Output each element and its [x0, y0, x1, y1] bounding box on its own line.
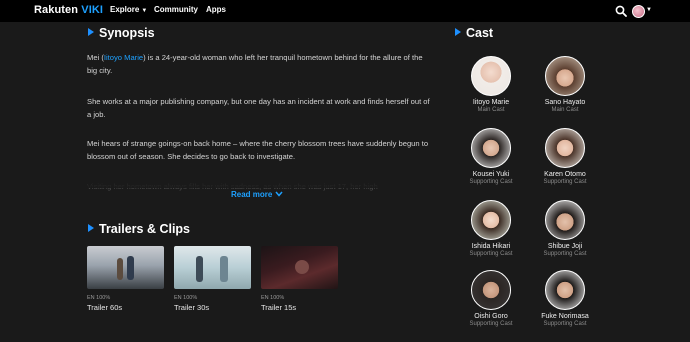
cast-member[interactable]: Kousei Yuki Supporting Cast	[451, 128, 531, 185]
cast-photo[interactable]	[471, 270, 511, 310]
synopsis-paragraph-2: She works at a major publishing company,…	[87, 97, 430, 120]
cast-photo[interactable]	[545, 128, 585, 168]
nav-community[interactable]: Community	[154, 5, 198, 14]
cast-role: Main Cast	[477, 107, 505, 113]
triangle-bullet-icon	[455, 28, 461, 36]
cast-role: Main Cast	[551, 107, 579, 113]
triangle-bullet-icon	[88, 28, 94, 36]
cast-name[interactable]: Shibue Joji	[525, 243, 605, 250]
cast-photo[interactable]	[471, 56, 511, 96]
cast-role: Supporting Cast	[469, 321, 513, 327]
top-nav: Rakuten VIKI Explore ▼ Community Apps ▼	[0, 0, 690, 22]
cast-member[interactable]: Sano Hayato Main Cast	[525, 56, 605, 113]
p1-pre: Mei (	[87, 53, 104, 62]
cast-role: Supporting Cast	[543, 179, 587, 185]
cast-role: Supporting Cast	[543, 251, 587, 257]
clip-subtitle-meta: EN 100%	[87, 295, 111, 301]
chevron-down-icon	[275, 191, 283, 197]
nav-apps-label: Apps	[206, 5, 226, 14]
cast-member[interactable]: Oishi Goro Supporting Cast	[451, 270, 531, 327]
cast-link-iitoyo-marie[interactable]: Iitoyo Marie	[104, 53, 143, 62]
clip-card[interactable]: EN 100% Trailer 60s	[87, 246, 164, 312]
synopsis-paragraph-1: Mei (Iitoyo Marie) is a 24-year-old woma…	[87, 51, 432, 77]
cast-photo[interactable]	[545, 270, 585, 310]
clip-title[interactable]: Trailer 30s	[174, 303, 251, 312]
synopsis-paragraph-3: Mei hears of strange goings-on back home…	[87, 139, 429, 162]
user-avatar-icon[interactable]	[632, 5, 645, 18]
cast-member[interactable]: Shibue Joji Supporting Cast	[525, 200, 605, 257]
nav-community-label: Community	[154, 5, 198, 14]
clip-title[interactable]: Trailer 15s	[261, 303, 338, 312]
nav-apps[interactable]: Apps	[206, 5, 226, 14]
viki-logo[interactable]: Rakuten VIKI	[34, 4, 103, 16]
cast-photo[interactable]	[471, 128, 511, 168]
clip-subtitle-meta: EN 100%	[174, 295, 198, 301]
cast-name[interactable]: Kousei Yuki	[451, 171, 531, 178]
cast-photo[interactable]	[545, 200, 585, 240]
chevron-down-icon[interactable]: ▼	[646, 7, 652, 13]
cast-photo[interactable]	[471, 200, 511, 240]
nav-explore[interactable]: Explore ▼	[110, 5, 147, 14]
trailers-heading: Trailers & Clips	[88, 222, 190, 236]
clip-thumbnail[interactable]	[174, 246, 251, 289]
cast-name[interactable]: Karen Otomo	[525, 171, 605, 178]
logo-rakuten-text: Rakuten	[34, 4, 79, 16]
read-more-label: Read more	[231, 190, 273, 199]
synopsis-heading: Synopsis	[88, 26, 155, 40]
clip-card[interactable]: EN 100% Trailer 30s	[174, 246, 251, 312]
cast-member[interactable]: Fuke Norimasa Supporting Cast	[525, 270, 605, 327]
cast-role: Supporting Cast	[543, 321, 587, 327]
cast-photo[interactable]	[545, 56, 585, 96]
clip-title[interactable]: Trailer 60s	[87, 303, 164, 312]
cast-member[interactable]: Ishida Hikari Supporting Cast	[451, 200, 531, 257]
clip-subtitle-meta: EN 100%	[261, 295, 285, 301]
triangle-bullet-icon	[88, 224, 94, 232]
cast-title: Cast	[466, 26, 494, 40]
cast-name[interactable]: Ishida Hikari	[451, 243, 531, 250]
clip-card[interactable]: EN 100% Trailer 15s	[261, 246, 338, 312]
cast-role: Supporting Cast	[469, 179, 513, 185]
cast-name[interactable]: Iitoyo Marie	[451, 99, 531, 106]
chevron-down-icon: ▼	[141, 8, 148, 14]
clip-thumbnail[interactable]	[87, 246, 164, 289]
cast-role: Supporting Cast	[469, 251, 513, 257]
cast-name[interactable]: Fuke Norimasa	[525, 313, 605, 320]
cast-member[interactable]: Karen Otomo Supporting Cast	[525, 128, 605, 185]
synopsis-title: Synopsis	[99, 26, 155, 40]
cast-member[interactable]: Iitoyo Marie Main Cast	[451, 56, 531, 113]
clip-thumbnail[interactable]	[261, 246, 338, 289]
search-icon[interactable]	[615, 5, 627, 17]
read-more-button[interactable]: Read more	[231, 190, 283, 199]
fade-overlay	[80, 176, 450, 188]
nav-explore-label: Explore	[110, 5, 140, 14]
logo-viki-text: VIKI	[81, 4, 104, 16]
trailers-title: Trailers & Clips	[99, 222, 191, 236]
cast-heading: Cast	[455, 26, 493, 40]
cast-name[interactable]: Sano Hayato	[525, 99, 605, 106]
cast-name[interactable]: Oishi Goro	[451, 313, 531, 320]
